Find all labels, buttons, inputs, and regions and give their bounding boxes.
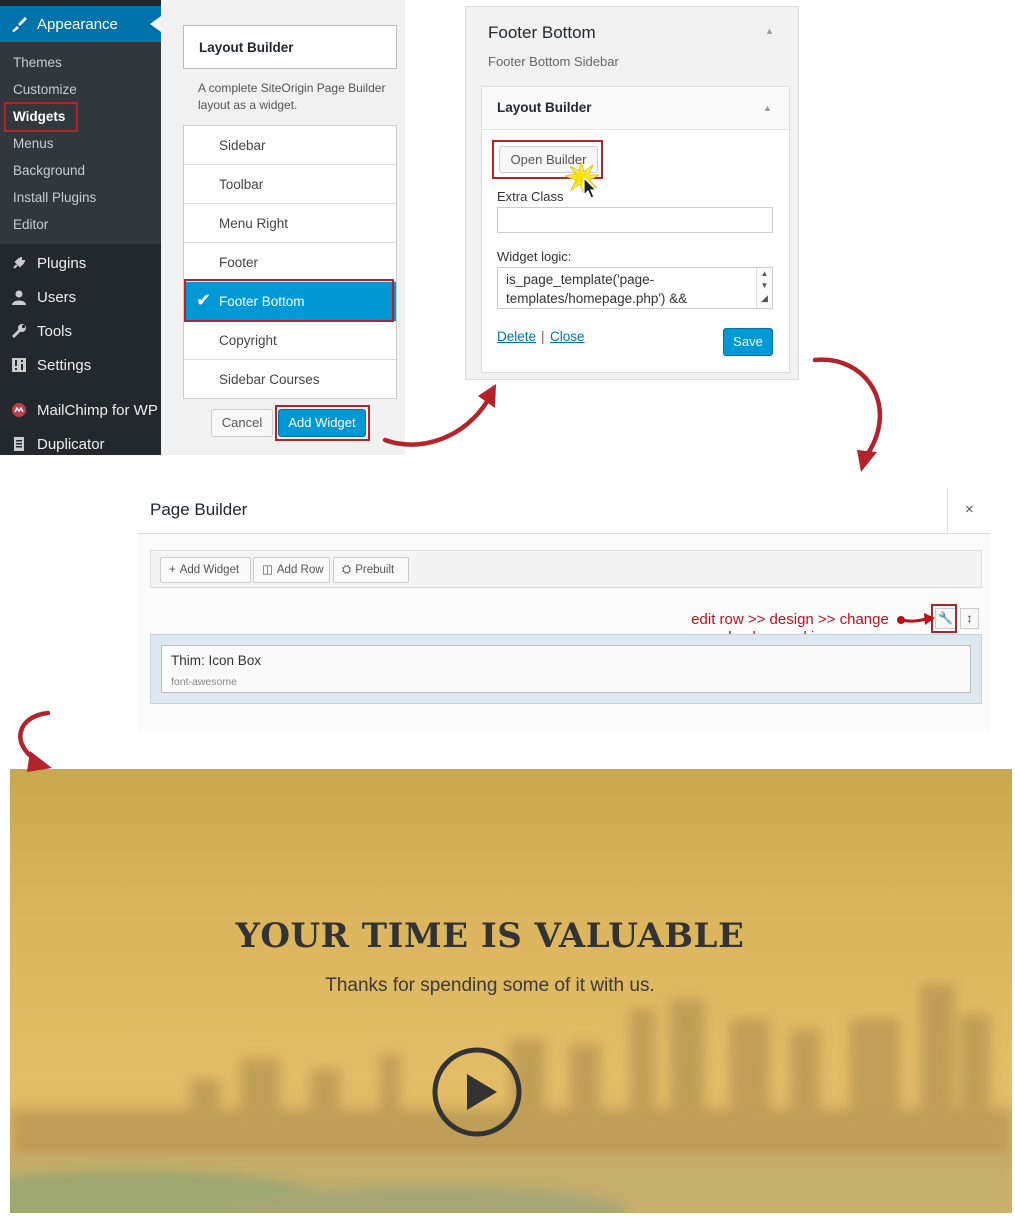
sidebar-item-settings[interactable]: Settings bbox=[0, 349, 161, 383]
save-button[interactable]: Save bbox=[723, 328, 773, 356]
sidebar-choice-label: Sidebar bbox=[219, 138, 266, 153]
sidebar-item-tools[interactable]: Tools bbox=[0, 315, 161, 349]
sidebar-choice-label: Footer bbox=[219, 255, 259, 270]
toolbar-button-label: Add Widget bbox=[179, 564, 240, 576]
submenu-themes[interactable]: Themes bbox=[13, 55, 62, 70]
highlight-box-widgets bbox=[4, 102, 78, 132]
mailchimp-icon bbox=[11, 402, 27, 422]
widget-title-layout-builder[interactable]: Layout Builder bbox=[183, 25, 397, 69]
duplicator-icon bbox=[11, 436, 27, 456]
cancel-button[interactable]: Cancel bbox=[211, 409, 273, 437]
extra-class-input[interactable] bbox=[497, 207, 773, 233]
toolbar-button-label: Prebuilt bbox=[355, 564, 395, 576]
users-icon bbox=[11, 289, 27, 309]
widget-description: A complete SiteOrigin Page Builder layou… bbox=[198, 81, 386, 112]
add-row-toolbar-button[interactable]: ◫ Add Row bbox=[253, 557, 330, 583]
sidebar-choice[interactable]: Menu Right bbox=[184, 204, 396, 243]
builder-widget-title: Thim: Icon Box bbox=[171, 653, 262, 668]
sidebar-choice[interactable]: Footer bbox=[184, 243, 396, 282]
submenu-install-plugins[interactable]: Install Plugins bbox=[13, 190, 96, 205]
widget-title-text: Layout Builder bbox=[199, 40, 294, 55]
builder-widget[interactable] bbox=[161, 645, 971, 693]
link-separator: | bbox=[541, 329, 545, 344]
cubes-icon: ⛭ bbox=[342, 564, 352, 576]
submenu-background[interactable]: Background bbox=[13, 163, 85, 178]
sidebar-item-appearance[interactable]: Appearance bbox=[0, 6, 161, 42]
annotation-arrow-icon bbox=[897, 613, 935, 625]
collapse-arrow-icon[interactable]: ▲ bbox=[765, 26, 774, 36]
submenu-editor[interactable]: Editor bbox=[13, 217, 48, 232]
sidebar-choice-label: Menu Right bbox=[219, 216, 289, 231]
move-row-icon[interactable]: ↕ bbox=[960, 608, 979, 629]
add-widget-toolbar-button[interactable]: + Add Widget bbox=[160, 557, 251, 583]
settings-icon bbox=[11, 357, 27, 377]
prebuilt-toolbar-button[interactable]: ⛭ Prebuilt bbox=[333, 557, 409, 583]
sidebar-choice[interactable]: Toolbar bbox=[184, 165, 396, 204]
toolbar-button-label: Add Row bbox=[276, 564, 324, 576]
sidebar-description: Footer Bottom Sidebar bbox=[488, 54, 619, 69]
submenu-customize[interactable]: Customize bbox=[13, 82, 77, 97]
close-icon[interactable]: × bbox=[965, 501, 974, 518]
plug-icon bbox=[11, 255, 27, 275]
widget-collapse-arrow-icon[interactable]: ▲ bbox=[763, 103, 772, 113]
sidebar-item-users[interactable]: Users bbox=[0, 281, 161, 315]
sidebar-choice-list: Sidebar Toolbar Menu Right Footer ✔ Foote… bbox=[183, 125, 397, 399]
header-divider bbox=[947, 488, 948, 533]
extra-class-label: Extra Class bbox=[497, 189, 564, 204]
builder-widget-description: font-awesome bbox=[171, 676, 237, 688]
sidebar-item-label: Users bbox=[37, 289, 77, 306]
wrench-icon bbox=[11, 323, 27, 343]
sidebar-item-label: Plugins bbox=[37, 255, 87, 272]
flow-arrow-icon bbox=[812, 357, 883, 472]
textarea-scrollbar[interactable]: ▲ ▼ ◢ bbox=[756, 268, 772, 308]
sidebar-item-label: Tools bbox=[37, 323, 73, 340]
sidebar-choice[interactable]: Sidebar bbox=[184, 126, 396, 165]
sidebar-item-mailchimp[interactable]: MailChimp for WP bbox=[0, 394, 161, 428]
sidebar-item-label: MailChimp for WP bbox=[37, 402, 158, 419]
columns-icon: ◫ bbox=[262, 564, 273, 576]
banner-heading: YOUR TIME IS VALUABLE bbox=[235, 916, 745, 956]
highlight-box-add-widget bbox=[275, 405, 370, 441]
sidebar-choice-label: Copyright bbox=[219, 333, 277, 348]
widget-logic-textarea[interactable]: is_page_template('page-templates/homepag… bbox=[497, 267, 773, 309]
flow-arrow-icon bbox=[18, 710, 52, 772]
sidebar-item-label: Settings bbox=[37, 357, 92, 374]
play-video-icon[interactable] bbox=[431, 1046, 523, 1143]
delete-link[interactable]: Delete bbox=[497, 329, 536, 344]
highlight-box-edit-row bbox=[931, 604, 957, 633]
banner-subheading: Thanks for spending some of it with us. bbox=[325, 975, 655, 996]
sidebar-choice[interactable]: Copyright bbox=[184, 321, 396, 360]
flow-arrow-icon bbox=[382, 384, 496, 447]
paintbrush-icon bbox=[10, 15, 28, 37]
sidebar-item-label: Duplicator bbox=[37, 436, 105, 453]
sidebar-item-label: Appearance bbox=[37, 16, 118, 33]
submenu-menus[interactable]: Menus bbox=[13, 136, 54, 151]
sidebar-item-plugins[interactable]: Plugins bbox=[0, 247, 161, 281]
plus-icon: + bbox=[169, 564, 176, 576]
page-builder-header bbox=[138, 488, 990, 534]
highlight-box-footer-bottom bbox=[184, 279, 394, 322]
click-cursor-icon bbox=[563, 160, 605, 207]
sidebar-choice[interactable]: Sidebar Courses bbox=[184, 360, 396, 399]
active-menu-pointer bbox=[150, 16, 161, 32]
widget-logic-label: Widget logic: bbox=[497, 249, 572, 264]
sidebar-item-duplicator[interactable]: Duplicator bbox=[0, 428, 161, 462]
page-builder-title: Page Builder bbox=[150, 500, 248, 519]
sidebar-choice-label: Toolbar bbox=[219, 177, 264, 192]
widget-title: Layout Builder bbox=[497, 100, 592, 115]
close-link[interactable]: Close bbox=[550, 329, 585, 344]
sidebar-title: Footer Bottom bbox=[488, 23, 596, 42]
sidebar-choice-label: Sidebar Courses bbox=[219, 372, 320, 387]
